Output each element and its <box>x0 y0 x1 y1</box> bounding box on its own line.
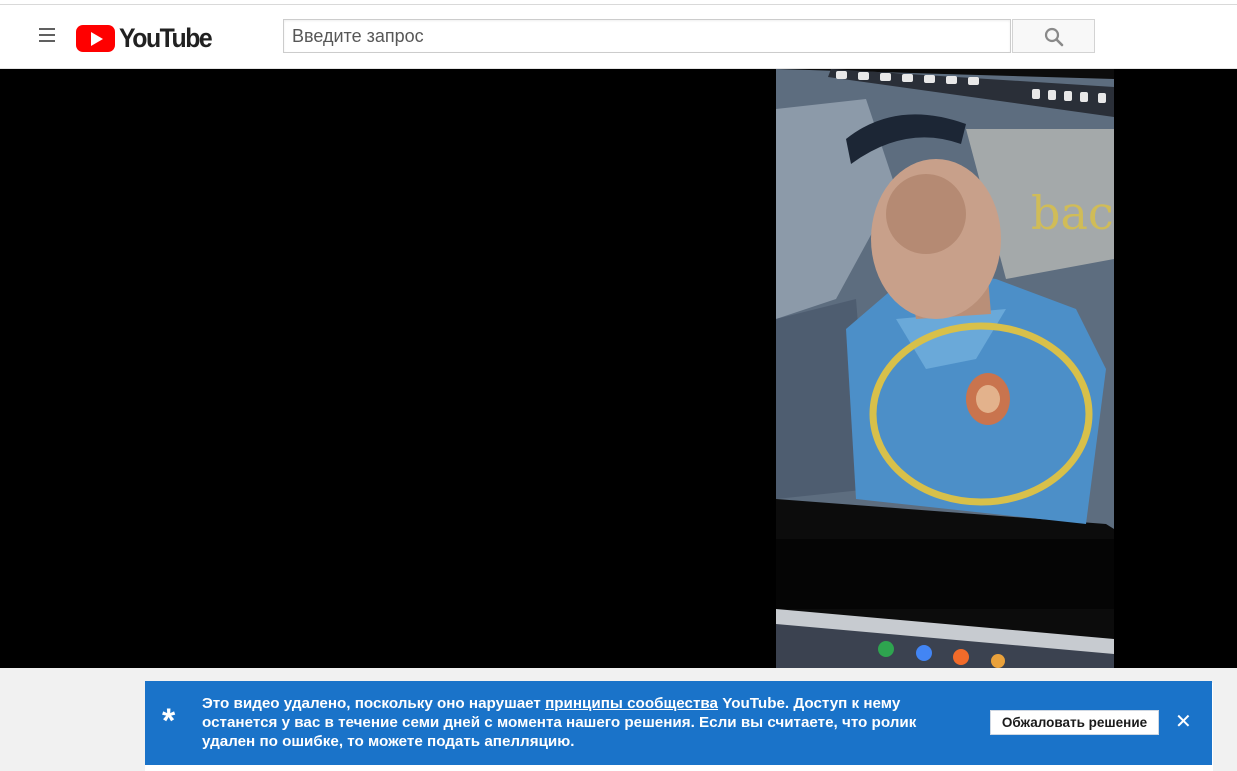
youtube-play-logo-icon <box>76 24 115 52</box>
video-frame-image: bac <box>776 69 1114 668</box>
notice-text: Это видео удалено, поскольку оно нарушае… <box>202 694 972 751</box>
video-player[interactable]: bac <box>0 69 1237 668</box>
masthead: YouTube <box>0 5 1237 69</box>
removal-notice: * Это видео удалено, поскольку оно наруш… <box>145 681 1212 765</box>
asterisk-icon: * <box>162 702 176 740</box>
youtube-logo[interactable]: YouTube <box>76 22 219 53</box>
search-button[interactable] <box>1012 19 1095 53</box>
search-input[interactable] <box>283 19 1011 53</box>
logo-text: YouTube <box>119 22 213 53</box>
search-icon <box>1044 27 1064 47</box>
community-guidelines-link[interactable]: принципы сообщества <box>545 695 718 712</box>
close-icon[interactable]: ✕ <box>1175 711 1192 733</box>
video-overlay-text: bac <box>1031 186 1114 240</box>
appeal-button[interactable]: Обжаловать решение <box>990 710 1159 735</box>
menu-icon[interactable] <box>33 24 61 50</box>
notice-text-start: Это видео удалено, поскольку оно нарушае… <box>202 695 546 712</box>
video-frame: bac <box>776 69 1114 668</box>
